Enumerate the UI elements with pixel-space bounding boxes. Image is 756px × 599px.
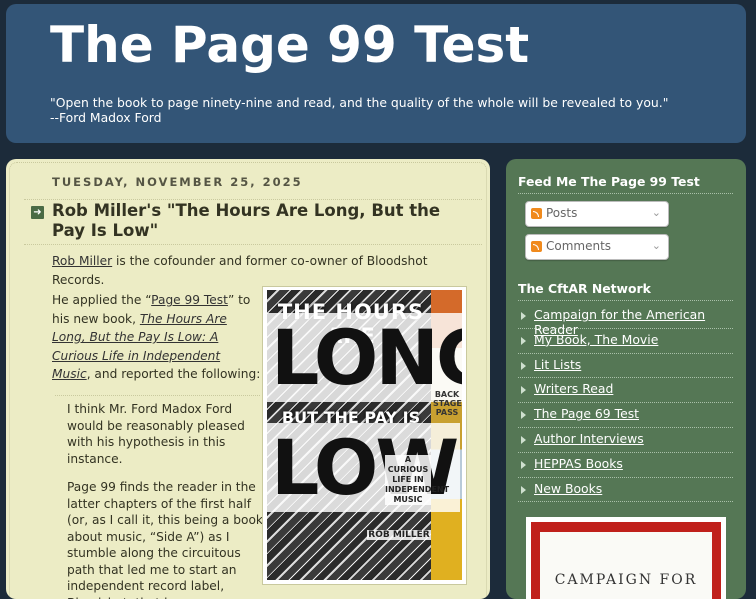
- list-item: HEPPAS Books: [518, 453, 733, 478]
- posts-label: Posts: [546, 206, 578, 220]
- feed-heading: Feed Me The Page 99 Test: [518, 174, 733, 194]
- book-cover-image[interactable]: THE HOURS ARE LONG BUT THE PAY IS LOW A …: [267, 290, 462, 580]
- network-heading: The CftAR Network: [518, 281, 733, 301]
- arrow-right-box-icon: ➜: [31, 206, 44, 219]
- list-item: Lit Lists: [518, 354, 733, 379]
- triangle-bullet-icon: [521, 411, 526, 420]
- sidebar: Feed Me The Page 99 Test Posts ⌄ Comment…: [506, 159, 746, 599]
- triangle-bullet-icon: [521, 460, 526, 469]
- author-blockquote: I think Mr. Ford Madox Ford would be rea…: [67, 401, 265, 599]
- triangle-bullet-icon: [521, 485, 526, 494]
- cover-side-text: BACK STAGE PASS: [433, 390, 462, 417]
- quote-paragraph-2: Page 99 finds the reader in the latter c…: [67, 480, 263, 599]
- posts-feed-dropdown[interactable]: Posts ⌄: [525, 201, 669, 227]
- post-applied-paragraph: He applied the “Page 99 Test” to his new…: [52, 291, 262, 384]
- rss-feed-icon: [531, 208, 542, 219]
- cover-line-4: LOW: [267, 423, 461, 512]
- blog-header: The Page 99 Test "Open the book to page …: [6, 4, 746, 143]
- network-link-author-interviews[interactable]: Author Interviews: [534, 431, 644, 446]
- quote-paragraph-1: I think Mr. Ford Madox Ford would be rea…: [67, 402, 245, 466]
- network-link-lit-lists[interactable]: Lit Lists: [534, 357, 581, 372]
- header-quote: "Open the book to page ninety-nine and r…: [50, 95, 669, 110]
- network-link-new-books[interactable]: New Books: [534, 481, 602, 496]
- triangle-bullet-icon: [521, 312, 526, 320]
- cover-line-2: LONG: [267, 313, 462, 402]
- badge-border: CAMPAIGN FOR: [531, 522, 721, 599]
- applied-text-end: , and reported the following:: [86, 367, 261, 381]
- list-item: Campaign for the American Reader: [518, 304, 733, 337]
- chevron-down-icon: ⌄: [651, 206, 661, 219]
- cover-long: LONG: [267, 313, 462, 402]
- campaign-badge[interactable]: CAMPAIGN FOR: [526, 517, 726, 599]
- chevron-down-icon: ⌄: [651, 239, 661, 252]
- triangle-bullet-icon: [521, 435, 526, 444]
- blog-title[interactable]: The Page 99 Test: [50, 18, 529, 73]
- comments-feed-dropdown[interactable]: Comments ⌄: [525, 234, 669, 260]
- list-item: The Page 69 Test: [518, 403, 733, 428]
- post-title[interactable]: Rob Miller's "The Hours Are Long, But th…: [52, 201, 452, 241]
- post-title-row: ➜ Rob Miller's "The Hours Are Long, But …: [24, 199, 482, 245]
- list-item: Writers Read: [518, 378, 733, 404]
- post-container: TUESDAY, NOVEMBER 25, 2025 ➜ Rob Miller'…: [9, 162, 487, 599]
- cover-subtitle: A CURIOUS LIFE IN INDEPENDENT MUSIC: [385, 455, 450, 505]
- post-intro: Rob Miller is the cofounder and former c…: [52, 252, 472, 289]
- triangle-bullet-icon: [521, 386, 526, 395]
- book-cover-frame[interactable]: THE HOURS ARE LONG BUT THE PAY IS LOW A …: [262, 286, 467, 585]
- network-link-page-69-test[interactable]: The Page 69 Test: [534, 406, 639, 421]
- network-link-heppas-books[interactable]: HEPPAS Books: [534, 456, 623, 471]
- badge-card: CAMPAIGN FOR: [540, 532, 712, 599]
- post-date: TUESDAY, NOVEMBER 25, 2025: [52, 175, 303, 189]
- rss-feed-icon: [531, 241, 542, 252]
- badge-text: CAMPAIGN FOR: [554, 572, 698, 588]
- author-link[interactable]: Rob Miller: [52, 254, 112, 268]
- comments-label: Comments: [546, 239, 612, 253]
- triangle-bullet-icon: [521, 361, 526, 370]
- applied-text-start: He applied the “: [52, 293, 152, 307]
- network-link-my-book-the-movie[interactable]: My Book, The Movie: [534, 332, 658, 347]
- network-link-list: Campaign for the American Reader My Book…: [518, 304, 733, 503]
- cover-low: LOW: [267, 423, 461, 512]
- header-attribution: --Ford Madox Ford: [50, 110, 162, 125]
- list-item: New Books: [518, 478, 733, 503]
- main-column: TUESDAY, NOVEMBER 25, 2025 ➜ Rob Miller'…: [6, 159, 490, 599]
- blog-description: "Open the book to page ninety-nine and r…: [50, 95, 740, 125]
- network-link-writers-read[interactable]: Writers Read: [534, 381, 613, 396]
- quote-divider: [55, 395, 260, 396]
- list-item: Author Interviews: [518, 428, 733, 453]
- triangle-bullet-icon: [521, 336, 526, 345]
- list-item: My Book, The Movie: [518, 329, 733, 354]
- cover-author: ROB MILLER: [367, 530, 431, 540]
- page-99-test-link[interactable]: Page 99 Test: [151, 293, 228, 307]
